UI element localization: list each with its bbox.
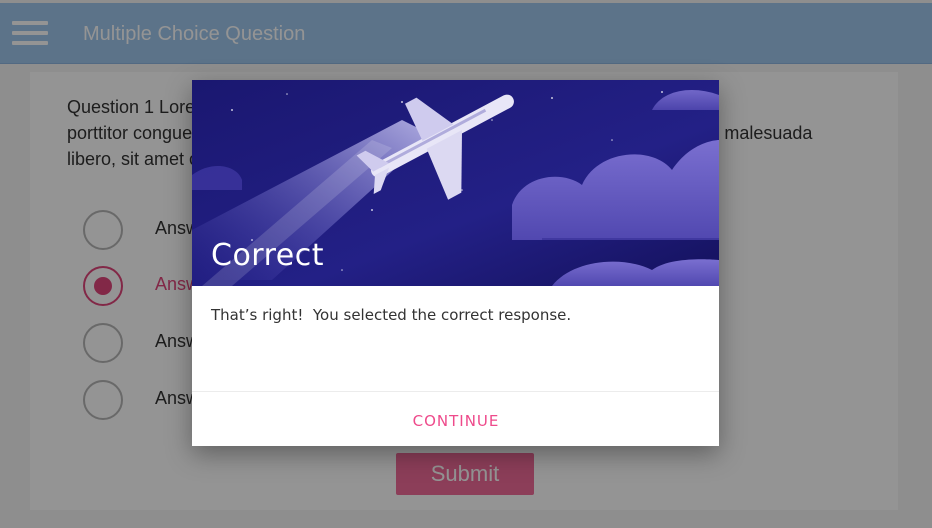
dialog-title: Correct	[211, 238, 324, 273]
feedback-dialog: Correct That’s right! You selected the c…	[192, 80, 719, 446]
dialog-message: That’s right! You selected the correct r…	[211, 306, 572, 324]
continue-button[interactable]: CONTINUE	[398, 406, 514, 436]
dialog-header: Correct	[192, 80, 719, 286]
dialog-divider	[192, 391, 719, 392]
